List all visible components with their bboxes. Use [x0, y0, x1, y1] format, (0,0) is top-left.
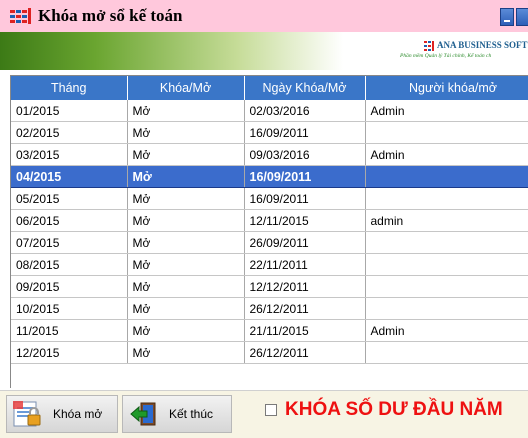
- cell-status: Mở: [127, 187, 245, 210]
- cell-month: 12/2015: [11, 341, 128, 364]
- cell-status: Mở: [127, 100, 245, 122]
- cell-month: 06/2015: [11, 209, 128, 232]
- cell-month: 10/2015: [11, 297, 128, 320]
- cell-status: Mở: [127, 297, 245, 320]
- cell-status: Mở: [127, 231, 245, 254]
- table-row[interactable]: 09/2015 Mở 12/12/2011: [11, 275, 528, 298]
- cell-user: Admin: [365, 143, 528, 166]
- window-title: Khóa mở sổ kế toán: [38, 6, 183, 25]
- opening-balance-lock-checkbox[interactable]: [265, 404, 277, 416]
- cell-date: 09/03/2016: [244, 143, 366, 166]
- cell-user: [365, 253, 528, 276]
- cell-user: [365, 275, 528, 298]
- maximize-button[interactable]: [516, 8, 528, 26]
- cell-month: 01/2015: [11, 100, 128, 122]
- table-row[interactable]: 08/2015 Mở 22/11/2011: [11, 253, 528, 276]
- cell-user: [365, 165, 528, 188]
- cell-status: Mở: [127, 121, 245, 144]
- cell-status: Mở: [127, 209, 245, 232]
- lock-open-button[interactable]: Khóa mở: [6, 395, 118, 433]
- period-table: Tháng Khóa/Mở Ngày Khóa/Mở Người khóa/mở…: [11, 76, 528, 364]
- cell-user: admin: [365, 209, 528, 232]
- cell-date: 16/09/2011: [244, 121, 366, 144]
- cell-user: [365, 231, 528, 254]
- table-row[interactable]: 03/2015 Mở 09/03/2016 Admin: [11, 143, 528, 166]
- cell-date: 26/12/2011: [244, 297, 366, 320]
- table-header-row: Tháng Khóa/Mở Ngày Khóa/Mở Người khóa/mở: [11, 76, 528, 100]
- brand-slogan: Phần mềm Quản lý Tài chính, Kế toán ch: [400, 53, 492, 59]
- table-row[interactable]: 06/2015 Mở 12/11/2015 admin: [11, 209, 528, 232]
- cell-user: Admin: [365, 100, 528, 122]
- table-row[interactable]: 05/2015 Mở 16/09/2011: [11, 187, 528, 210]
- cell-status: Mở: [127, 319, 245, 342]
- exit-button-label: Kết thúc: [169, 407, 214, 421]
- cell-user: Admin: [365, 319, 528, 342]
- cell-date: 12/11/2015: [244, 209, 366, 232]
- cell-date: 02/03/2016: [244, 100, 366, 122]
- table-row[interactable]: 04/2015 Mở 16/09/2011: [11, 165, 528, 188]
- exit-arrow-icon: [130, 402, 156, 426]
- cell-user: [365, 187, 528, 210]
- cell-date: 26/12/2011: [244, 341, 366, 364]
- brand-logo-icon: [424, 41, 434, 51]
- minimize-button[interactable]: [500, 8, 514, 26]
- cell-month: 02/2015: [11, 121, 128, 144]
- cell-month: 03/2015: [11, 143, 128, 166]
- title-bar[interactable]: Khóa mở sổ kế toán: [0, 0, 528, 32]
- cell-status: Mở: [127, 341, 245, 364]
- cell-month: 04/2015: [11, 165, 128, 188]
- column-header-date[interactable]: Ngày Khóa/Mở: [244, 76, 366, 100]
- cell-status: Mở: [127, 165, 245, 188]
- column-header-status[interactable]: Khóa/Mở: [127, 76, 245, 100]
- cell-date: 16/09/2011: [244, 187, 366, 210]
- table-row[interactable]: 10/2015 Mở 26/12/2011: [11, 297, 528, 320]
- exit-button[interactable]: Kết thúc: [122, 395, 232, 433]
- brand-name: ANA BUSINESS SOFT: [437, 40, 528, 50]
- lock-open-button-label: Khóa mở: [53, 407, 103, 421]
- main-window: Khóa mở sổ kế toán ANA BUSINESS SOFT Phầ…: [0, 0, 528, 438]
- table-row[interactable]: 07/2015 Mở 26/09/2011: [11, 231, 528, 254]
- cell-date: 21/11/2015: [244, 319, 366, 342]
- period-lock-grid[interactable]: Tháng Khóa/Mở Ngày Khóa/Mở Người khóa/mở…: [10, 75, 528, 388]
- cell-month: 05/2015: [11, 187, 128, 210]
- cell-user: [365, 297, 528, 320]
- minimize-icon: [504, 20, 510, 22]
- opening-balance-lock-label[interactable]: KHÓA SỐ DƯ ĐẦU NĂM: [285, 399, 503, 421]
- table-row[interactable]: 02/2015 Mở 16/09/2011: [11, 121, 528, 144]
- cell-status: Mở: [127, 253, 245, 276]
- cell-date: 22/11/2011: [244, 253, 366, 276]
- cell-month: 08/2015: [11, 253, 128, 276]
- column-header-month[interactable]: Tháng: [11, 76, 128, 100]
- ledger-grid-icon: [10, 8, 31, 24]
- cell-user: [365, 121, 528, 144]
- table-row[interactable]: 12/2015 Mở 26/12/2011: [11, 341, 528, 364]
- brand-banner: ANA BUSINESS SOFT Phần mềm Quản lý Tài c…: [0, 32, 528, 70]
- table-row[interactable]: 11/2015 Mở 21/11/2015 Admin: [11, 319, 528, 342]
- cell-status: Mở: [127, 143, 245, 166]
- cell-status: Mở: [127, 275, 245, 298]
- cell-date: 16/09/2011: [244, 165, 366, 188]
- lock-document-icon: [13, 401, 41, 427]
- cell-date: 12/12/2011: [244, 275, 366, 298]
- cell-month: 11/2015: [11, 319, 128, 342]
- cell-date: 26/09/2011: [244, 231, 366, 254]
- column-header-user[interactable]: Người khóa/mở: [365, 76, 528, 100]
- table-row[interactable]: 01/2015 Mở 02/03/2016 Admin: [11, 100, 528, 122]
- cell-user: [365, 341, 528, 364]
- cell-month: 07/2015: [11, 231, 128, 254]
- cell-month: 09/2015: [11, 275, 128, 298]
